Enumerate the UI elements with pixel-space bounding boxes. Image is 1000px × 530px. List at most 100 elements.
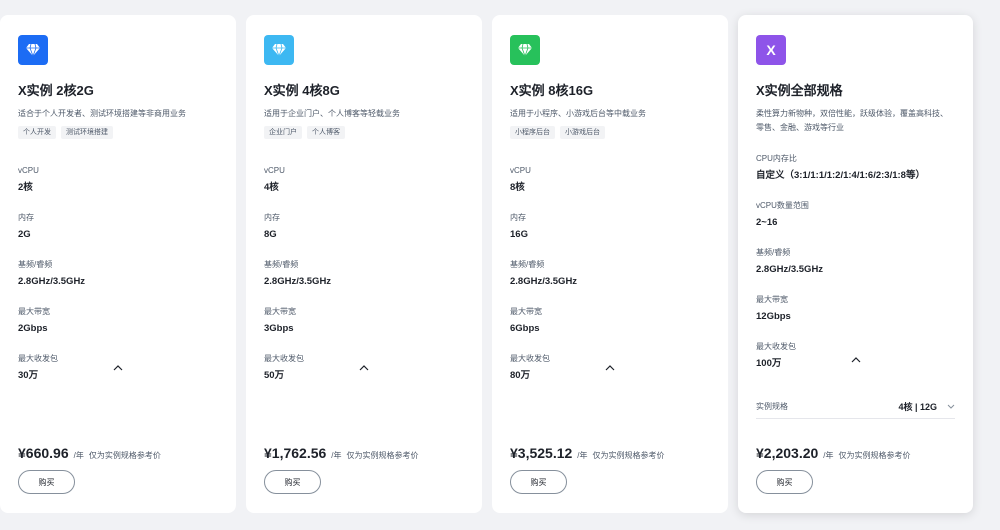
spec-value: 2G xyxy=(18,229,31,240)
spec-item: vCPU 4核 xyxy=(264,165,464,194)
plan-card-8c16g: X实例 8核16G 适用于小程序、小游戏后台等中载业务 小程序后台 小游戏后台 … xyxy=(492,15,728,513)
chevron-up-icon[interactable] xyxy=(357,363,371,373)
price-row: ¥1,762.56 /年 仅为实例规格参考价 xyxy=(264,445,419,461)
diamond-icon xyxy=(18,35,48,65)
spec-value: 2.8GHz/3.5GHz xyxy=(510,276,578,287)
price: ¥3,525.12 xyxy=(510,445,573,461)
spec-label: 基频/睿频 xyxy=(18,260,53,269)
price: ¥1,762.56 xyxy=(264,445,327,461)
price: ¥2,203.20 xyxy=(756,445,819,461)
chevron-down-icon xyxy=(947,402,955,411)
spec-label: CPU内存比 xyxy=(756,154,797,163)
card-description: 适用于企业门户、个人博客等轻载业务 xyxy=(264,109,400,118)
spec-label: vCPU xyxy=(18,166,39,175)
card-title: X实例全部规格 xyxy=(756,83,843,98)
spec-label: 内存 xyxy=(18,213,34,222)
card-title: X实例 4核8G xyxy=(264,83,340,98)
price-note: 仅为实例规格参考价 xyxy=(88,451,161,460)
spec-label: 最大带宽 xyxy=(18,307,50,316)
spec-value: 8G xyxy=(264,229,277,240)
tag: 企业门户 xyxy=(264,126,302,139)
spec-label: 最大带宽 xyxy=(510,307,542,316)
spec-item: 最大带宽 3Gbps xyxy=(264,306,464,335)
diamond-icon xyxy=(264,35,294,65)
spec-label: vCPU xyxy=(264,166,285,175)
spec-value: 2核 xyxy=(18,182,33,193)
chevron-up-icon[interactable] xyxy=(111,363,125,373)
chevron-up-icon[interactable] xyxy=(603,363,617,373)
tag: 小游戏后台 xyxy=(560,126,605,139)
price-unit: /年 xyxy=(823,451,834,460)
spec-value: 2Gbps xyxy=(18,323,48,334)
spec-value: 2.8GHz/3.5GHz xyxy=(756,264,824,275)
price-note: 仅为实例规格参考价 xyxy=(346,451,419,460)
spec-value: 2.8GHz/3.5GHz xyxy=(264,276,332,287)
spec-list: vCPU 2核 内存 2G 基频/睿频 2.8GHz/3.5GHz 最大带宽 2Gbps… xyxy=(18,165,218,382)
spec-value: 8核 xyxy=(510,182,525,193)
tag: 个人开发 xyxy=(18,126,56,139)
price-row: ¥2,203.20 /年 仅为实例规格参考价 xyxy=(756,445,911,461)
plan-card-all-specs: X X实例全部规格 柔性算力新物种，双倍性能，跃级体验，覆盖高科技、零售、金融、… xyxy=(738,15,973,513)
spec-label: vCPU数量范围 xyxy=(756,201,809,210)
buy-button[interactable]: 购买 xyxy=(18,470,75,494)
price-unit: /年 xyxy=(331,451,342,460)
spec-list: vCPU 8核 内存 16G 基频/睿频 2.8GHz/3.5GHz 最大带宽 6Gbp… xyxy=(510,165,710,382)
spec-label: 最大收发包 xyxy=(756,342,796,351)
spec-value: 2.8GHz/3.5GHz xyxy=(18,276,86,287)
spec-value: 3Gbps xyxy=(264,323,294,334)
spec-value: 4核 xyxy=(264,182,279,193)
card-description: 适用于小程序、小游戏后台等中载业务 xyxy=(510,109,646,118)
spec-item: vCPU 8核 xyxy=(510,165,710,194)
plan-card-4c8g: X实例 4核8G 适用于企业门户、个人博客等轻载业务 企业门户 个人博客 vCP… xyxy=(246,15,482,513)
spec-label: 最大带宽 xyxy=(264,307,296,316)
instance-spec-select[interactable]: 实例规格 4核 | 12G xyxy=(756,400,955,419)
spec-value: 自定义（3:1/1:1/1:2/1:4/1:6/2:3/1:8等） xyxy=(756,170,925,181)
select-value: 4核 | 12G xyxy=(898,402,937,412)
spec-value: 12Gbps xyxy=(756,311,791,322)
spec-list: vCPU 4核 内存 8G 基频/睿频 2.8GHz/3.5GHz 最大带宽 3Gbps… xyxy=(264,165,464,382)
price-unit: /年 xyxy=(73,451,84,460)
tag-list: 企业门户 个人博客 xyxy=(264,126,464,139)
spec-label: 内存 xyxy=(264,213,280,222)
tag: 测试环境搭建 xyxy=(61,126,113,139)
plan-card-2c2g: X实例 2核2G 适合于个人开发者、测试环境搭建等非商用业务 个人开发 测试环境… xyxy=(0,15,236,513)
spec-label: vCPU xyxy=(510,166,531,175)
price-note: 仅为实例规格参考价 xyxy=(592,451,665,460)
tag-list: 小程序后台 小游戏后台 xyxy=(510,126,710,139)
spec-item: 最大带宽 6Gbps xyxy=(510,306,710,335)
spec-item: 基频/睿频 2.8GHz/3.5GHz xyxy=(264,259,464,288)
price-unit: /年 xyxy=(577,451,588,460)
diamond-icon xyxy=(510,35,540,65)
card-title: X实例 2核2G xyxy=(18,83,94,98)
spec-item: 内存 16G xyxy=(510,212,710,241)
spec-item: 基频/睿频 2.8GHz/3.5GHz xyxy=(18,259,218,288)
card-description: 适合于个人开发者、测试环境搭建等非商用业务 xyxy=(18,109,186,118)
buy-button[interactable]: 购买 xyxy=(510,470,567,494)
spec-item: CPU内存比自定义（3:1/1:1/1:2/1:4/1:6/2:3/1:8等） xyxy=(756,153,955,182)
spec-item: 基频/睿频 2.8GHz/3.5GHz xyxy=(510,259,710,288)
spec-item: vCPU数量范围 2~16 xyxy=(756,200,955,229)
spec-value: 2~16 xyxy=(756,217,778,228)
spec-label: 最大带宽 xyxy=(756,295,788,304)
buy-button[interactable]: 购买 xyxy=(264,470,321,494)
x-letter-icon: X xyxy=(756,35,786,65)
spec-item: 最大带宽 2Gbps xyxy=(18,306,218,335)
tag: 小程序后台 xyxy=(510,126,555,139)
price-note: 仅为实例规格参考价 xyxy=(838,451,911,460)
spec-value: 6Gbps xyxy=(510,323,540,334)
spec-label: 内存 xyxy=(510,213,526,222)
chevron-up-icon[interactable] xyxy=(849,355,863,365)
price-row: ¥3,525.12 /年 仅为实例规格参考价 xyxy=(510,445,665,461)
spec-item: 基频/睿频 2.8GHz/3.5GHz xyxy=(756,247,955,276)
spec-label: 基频/睿频 xyxy=(756,248,791,257)
spec-label: 基频/睿频 xyxy=(510,260,545,269)
select-label: 实例规格 xyxy=(756,402,788,411)
spec-item: 内存 2G xyxy=(18,212,218,241)
spec-item: 内存 8G xyxy=(264,212,464,241)
spec-item: 最大带宽 12Gbps xyxy=(756,294,955,323)
price-row: ¥660.96 /年 仅为实例规格参考价 xyxy=(18,445,161,461)
buy-button[interactable]: 购买 xyxy=(756,470,813,494)
tag-list: 个人开发 测试环境搭建 xyxy=(18,126,218,139)
card-title: X实例 8核16G xyxy=(510,83,594,98)
spec-item: vCPU 2核 xyxy=(18,165,218,194)
